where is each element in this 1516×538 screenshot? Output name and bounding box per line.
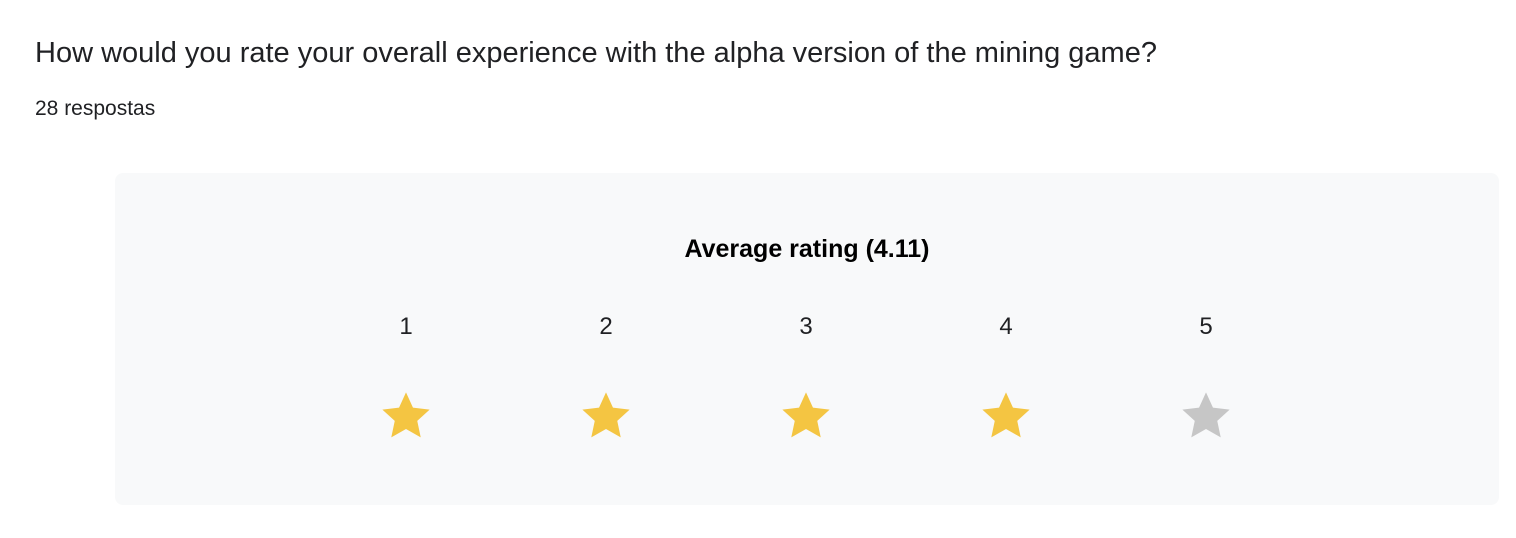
- star-icon: [1182, 392, 1230, 438]
- rating-scale-label: 3: [799, 313, 813, 340]
- rating-scale-item-4: 4: [966, 309, 1046, 449]
- rating-summary-panel: Average rating (4.11) 1 2 3 4 5: [115, 173, 1499, 505]
- rating-scale-label: 2: [599, 313, 613, 340]
- response-count: 28 respostas: [35, 97, 156, 120]
- rating-scale-label: 1: [399, 313, 413, 340]
- star-icon: [782, 392, 830, 438]
- rating-scale-item-2: 2: [566, 309, 646, 449]
- rating-scale-item-1: 1: [366, 309, 446, 449]
- star-icon: [982, 392, 1030, 438]
- rating-scale-item-5: 5: [1166, 309, 1246, 449]
- average-rating-heading: Average rating (4.11): [684, 235, 930, 263]
- question-title: How would you rate your overall experien…: [35, 37, 1157, 69]
- star-icon: [582, 392, 630, 438]
- star-icon: [382, 392, 430, 438]
- rating-scale-label: 4: [999, 313, 1013, 340]
- rating-scale-label: 5: [1199, 313, 1213, 340]
- rating-scale-item-3: 3: [766, 309, 846, 449]
